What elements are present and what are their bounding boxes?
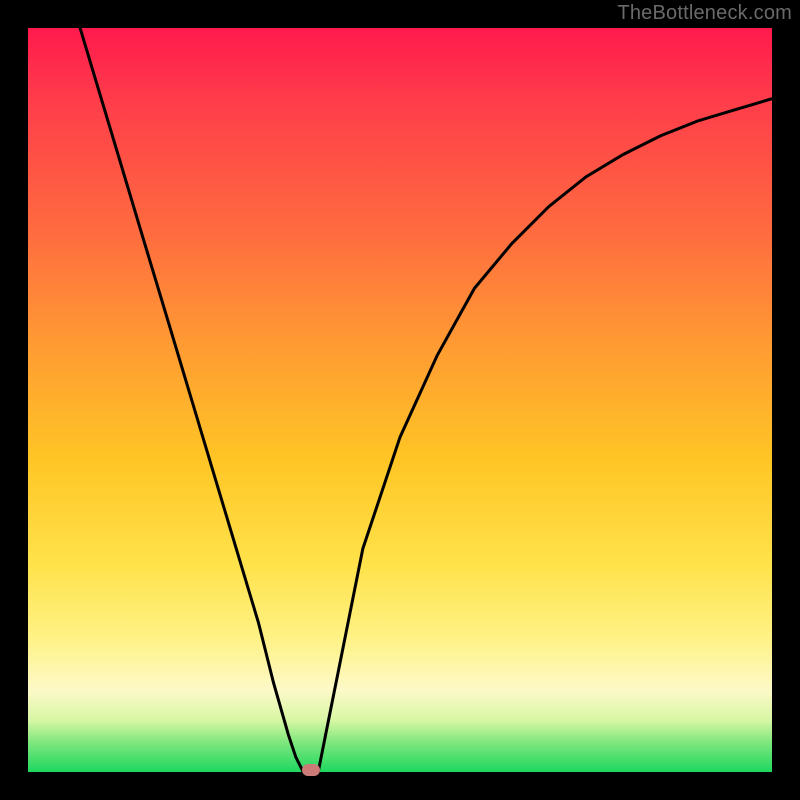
- optimum-marker: [302, 764, 320, 776]
- chart-frame: TheBottleneck.com: [0, 0, 800, 800]
- plot-area: [28, 28, 772, 772]
- curve-left-branch: [80, 28, 303, 772]
- bottleneck-curve: [28, 28, 772, 772]
- watermark-text: TheBottleneck.com: [617, 2, 792, 25]
- curve-right-branch: [318, 99, 772, 772]
